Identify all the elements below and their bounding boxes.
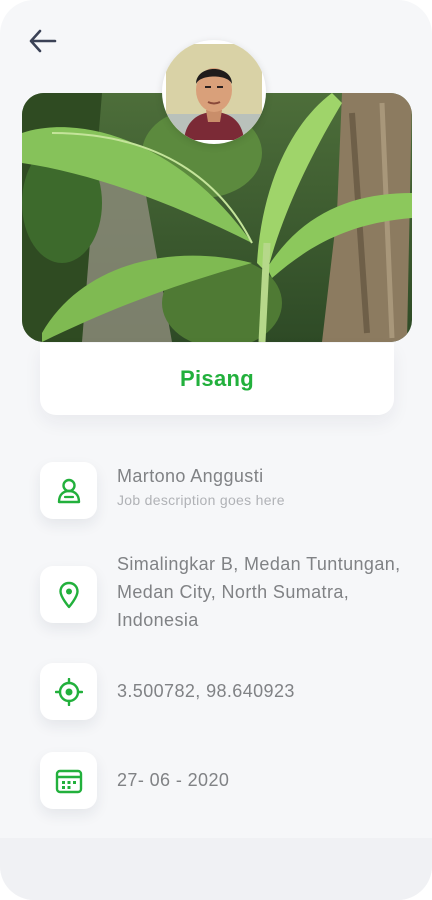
location-address: Simalingkar B, Medan Tuntungan, Medan Ci…	[117, 554, 401, 630]
back-button[interactable]	[26, 26, 60, 56]
calendar-icon	[55, 769, 82, 793]
coordinates-value: 3.500782, 98.640923	[117, 681, 295, 701]
bottom-bar	[0, 838, 432, 900]
map-pin-icon	[58, 581, 79, 608]
date-value: 27- 06 - 2020	[117, 770, 230, 790]
avatar	[162, 40, 266, 144]
person-icon	[57, 478, 80, 503]
arrow-left-icon	[29, 29, 57, 53]
date-icon-box	[40, 752, 97, 809]
location-icon-box	[40, 566, 97, 623]
coordinates-icon-box	[40, 663, 97, 720]
person-info: Martono Anggusti Job description goes he…	[117, 462, 285, 510]
person-job: Job description goes here	[117, 492, 285, 508]
crosshair-icon	[54, 677, 83, 706]
plant-name: Pisang	[180, 366, 254, 391]
person-name: Martono Anggusti	[117, 466, 264, 486]
plant-name-card: Pisang	[40, 343, 394, 415]
person-icon-box	[40, 462, 97, 519]
phone-screen: Pisang Martono Anggusti Job description …	[0, 0, 432, 900]
